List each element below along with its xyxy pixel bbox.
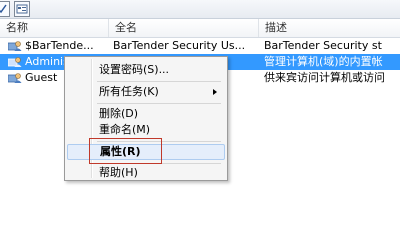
- toolbar: [0, 0, 400, 19]
- menu-item-properties[interactable]: 属性(R): [67, 144, 225, 160]
- user-icon: [8, 41, 22, 51]
- menu-separator: [97, 141, 221, 142]
- column-header-fullname[interactable]: 全名: [109, 19, 259, 37]
- row-description: 供来宾访问计算机或访问: [264, 71, 385, 84]
- column-header-name[interactable]: 名称: [0, 19, 109, 37]
- menu-separator: [97, 103, 221, 104]
- toolbar-icon[interactable]: [0, 1, 10, 17]
- user-icon: [8, 57, 22, 67]
- menu-item-label: 属性(R): [100, 145, 141, 158]
- user-icon: [8, 73, 22, 83]
- menu-item-delete[interactable]: 删除(D): [67, 106, 225, 122]
- menu-item-help[interactable]: 帮助(H): [67, 165, 225, 181]
- menu-item-set-password[interactable]: 设置密码(S)...: [67, 62, 225, 78]
- submenu-arrow-icon: [213, 89, 217, 95]
- list-header: 名称 全名 描述: [0, 19, 400, 38]
- menu-separator: [97, 163, 221, 164]
- menu-separator: [97, 81, 221, 82]
- properties-view-icon[interactable]: [14, 1, 30, 17]
- column-header-description[interactable]: 描述: [259, 19, 400, 37]
- menu-item-rename[interactable]: 重命名(M): [67, 122, 225, 138]
- row-description: BarTender Security st: [264, 39, 382, 52]
- row-description: 管理计算机(域)的内置帐: [264, 55, 383, 68]
- context-menu: 设置密码(S)... 所有任务(K) 删除(D) 重命名(M) 属性(R) 帮助…: [64, 56, 228, 181]
- menu-item-label: 所有任务(K): [99, 85, 159, 98]
- list-item[interactable]: $BarTende... BarTender Security Us... Ba…: [0, 38, 400, 54]
- menu-item-all-tasks[interactable]: 所有任务(K): [67, 84, 225, 100]
- row-fullname: BarTender Security Us...: [113, 39, 246, 52]
- row-name: $BarTende...: [25, 39, 94, 52]
